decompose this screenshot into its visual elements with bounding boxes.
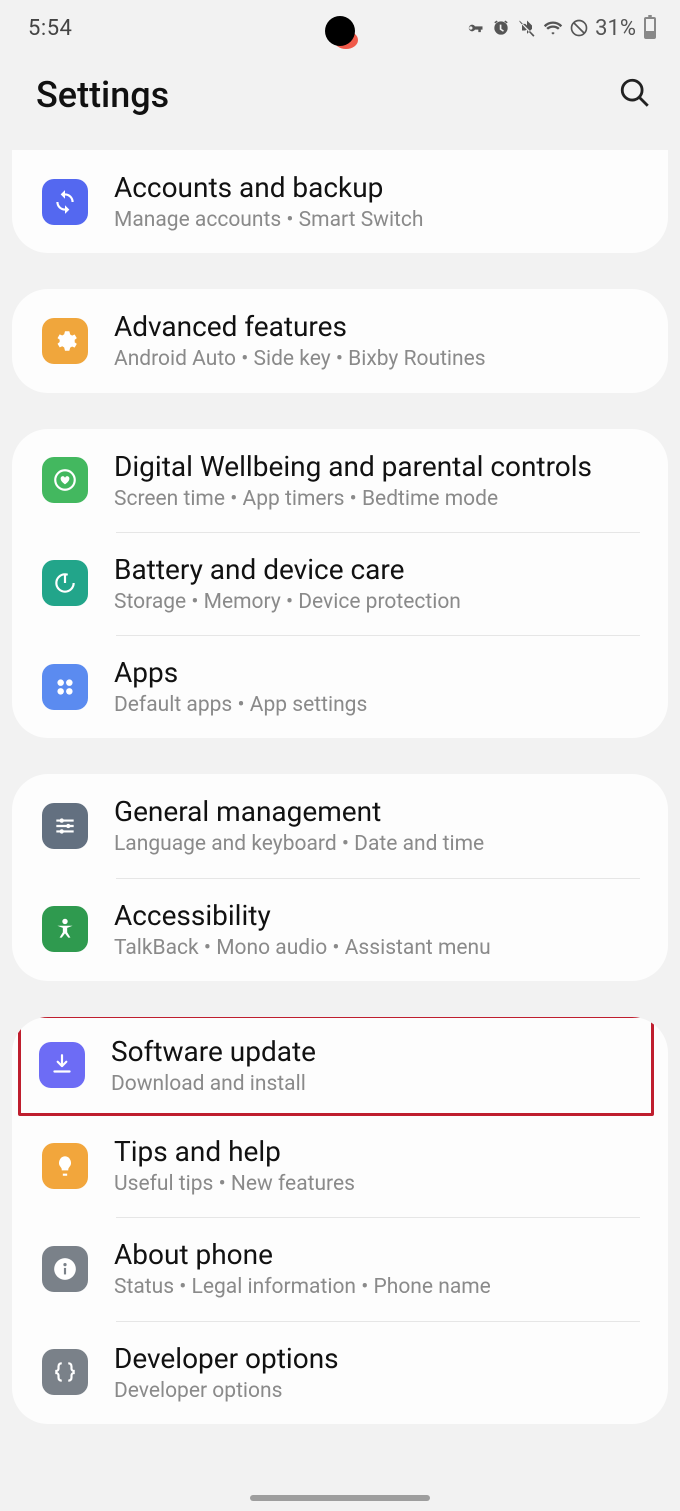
row-title: Advanced features (114, 309, 486, 344)
status-icons: 31% (465, 16, 656, 41)
row-sub: Screen time • App timers • Bedtime mode (114, 486, 592, 512)
row-battery-device-care[interactable]: Battery and device care Storage • Memory… (12, 532, 668, 635)
search-button[interactable] (618, 76, 652, 114)
row-sub: Status • Legal information • Phone name (114, 1274, 491, 1300)
alarm-icon (491, 18, 511, 38)
heart-icon (42, 457, 88, 503)
gesture-bar[interactable] (250, 1495, 430, 1501)
power-icon (42, 560, 88, 606)
battery-percent: 31% (595, 16, 636, 41)
row-sub: TalkBack • Mono audio • Assistant menu (114, 935, 491, 961)
row-accounts-backup[interactable]: Accounts and backup Manage accounts • Sm… (12, 150, 668, 253)
row-sub: Storage • Memory • Device protection (114, 589, 461, 615)
bulb-icon (42, 1143, 88, 1189)
download-icon (39, 1042, 85, 1088)
vpn-key-icon (465, 18, 485, 38)
row-digital-wellbeing[interactable]: Digital Wellbeing and parental controls … (12, 429, 668, 532)
row-tips-help[interactable]: Tips and help Useful tips • New features (12, 1114, 668, 1217)
highlighted-row: Software update Download and install (18, 1017, 654, 1116)
page-header: Settings (0, 50, 680, 150)
page-title: Settings (36, 74, 169, 116)
info-icon (42, 1246, 88, 1292)
row-title: General management (114, 794, 484, 829)
battery-icon (644, 17, 656, 39)
row-title: Apps (114, 655, 367, 690)
mute-icon (517, 18, 537, 38)
braces-icon (42, 1349, 88, 1395)
row-general-management[interactable]: General management Language and keyboard… (12, 774, 668, 877)
row-sub: Android Auto • Side key • Bixby Routines (114, 346, 486, 372)
search-icon (618, 76, 652, 110)
row-advanced-features[interactable]: Advanced features Android Auto • Side ke… (12, 289, 668, 392)
row-sub: Manage accounts • Smart Switch (114, 207, 423, 233)
row-title: Accounts and backup (114, 170, 423, 205)
row-developer-options[interactable]: Developer options Developer options (12, 1321, 668, 1424)
row-sub: Developer options (114, 1378, 339, 1404)
sliders-icon (42, 803, 88, 849)
do-not-disturb-icon (569, 18, 589, 38)
row-title: About phone (114, 1237, 491, 1272)
row-sub: Language and keyboard • Date and time (114, 831, 484, 857)
row-sub: Download and install (111, 1071, 316, 1097)
person-icon (42, 906, 88, 952)
row-title: Battery and device care (114, 552, 461, 587)
clock: 5:54 (28, 16, 72, 41)
row-sub: Default apps • App settings (114, 692, 367, 718)
row-title: Tips and help (114, 1134, 355, 1169)
row-title: Accessibility (114, 898, 491, 933)
status-bar: 5:54 31% (0, 0, 680, 50)
gear-icon (42, 318, 88, 364)
sync-icon (42, 179, 88, 225)
row-title: Software update (111, 1034, 316, 1069)
punch-hole (325, 16, 355, 46)
row-sub: Useful tips • New features (114, 1171, 355, 1197)
wifi-icon (543, 18, 563, 38)
grid-icon (42, 664, 88, 710)
row-accessibility[interactable]: Accessibility TalkBack • Mono audio • As… (12, 878, 668, 981)
row-apps[interactable]: Apps Default apps • App settings (12, 635, 668, 738)
row-software-update[interactable]: Software update Download and install (21, 1018, 651, 1113)
row-title: Developer options (114, 1341, 339, 1376)
row-about-phone[interactable]: About phone Status • Legal information •… (12, 1217, 668, 1320)
row-title: Digital Wellbeing and parental controls (114, 449, 592, 484)
